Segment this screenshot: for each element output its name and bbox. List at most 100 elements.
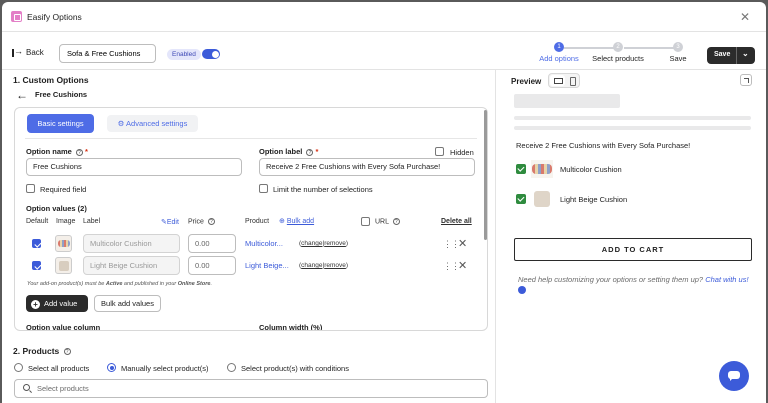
preview-option-checkbox[interactable] (516, 194, 526, 204)
edit-labels-link[interactable]: ✎Edit (161, 218, 179, 226)
chat-link[interactable]: Chat with us! (705, 275, 748, 284)
add-to-cart-button[interactable]: ADD TO CART (514, 238, 752, 261)
radio-manual-select[interactable] (107, 363, 116, 372)
value-product-link[interactable]: Light Beige... (245, 261, 289, 270)
option-breadcrumb[interactable]: ← Free Cushions (16, 89, 88, 101)
preview-option-checkbox[interactable] (516, 164, 526, 174)
plus-icon: + (31, 300, 40, 309)
app-logo-icon (11, 11, 22, 22)
limit-selections-checkbox[interactable] (259, 184, 268, 193)
help-message: Need help customizing your options or se… (518, 274, 753, 296)
products-heading: 2. Products ? (13, 346, 73, 356)
value-price-input[interactable]: 0.00 (188, 256, 236, 275)
row-default-checkbox[interactable] (32, 239, 41, 248)
arrow-left-icon[interactable]: ← (16, 89, 28, 101)
delete-all-link[interactable]: Delete all (441, 218, 472, 225)
top-toolbar: Back Enabled 1 Add options 2 Select prod… (2, 32, 766, 70)
row-product-actions: (change|remove) (299, 240, 349, 247)
value-label-input[interactable]: Multicolor Cushion (83, 234, 180, 253)
option-name-label-text: Option name (26, 147, 72, 156)
save-split-divider (736, 47, 737, 64)
radio-select-all-label: Select all products (28, 364, 90, 373)
product-search-input[interactable]: Select products (14, 379, 488, 398)
chat-launcher-button[interactable] (719, 361, 749, 391)
plus-circle-icon: ⊕ (279, 218, 285, 225)
option-label-label-text: Option label (259, 147, 303, 156)
enabled-toggle[interactable] (202, 49, 220, 59)
help-icon[interactable]: ? (392, 218, 400, 225)
help-icon[interactable]: ? (75, 148, 83, 156)
tab-advanced-settings[interactable]: ⚙ Advanced settings (107, 115, 198, 132)
hidden-checkbox[interactable] (435, 147, 444, 156)
option-values-title: Option values (2) (26, 204, 87, 213)
radio-select-all[interactable] (14, 363, 23, 372)
value-price-input[interactable]: 0.00 (188, 234, 236, 253)
change-product-link[interactable]: change (301, 262, 322, 269)
add-value-label: Add value (44, 299, 78, 308)
desktop-icon[interactable] (550, 75, 565, 86)
option-title: Free Cushions (35, 90, 88, 99)
radio-conditions-label: Select product(s) with conditions (241, 364, 349, 373)
bulk-add-link[interactable]: ⊕ Bulk add (279, 217, 314, 225)
remove-product-link[interactable]: remove (324, 240, 346, 247)
bulk-add-values-button[interactable]: Bulk add values (94, 295, 161, 312)
help-icon[interactable]: ? (207, 218, 215, 225)
chevron-down-icon[interactable]: ⌄ (742, 49, 749, 58)
change-product-link[interactable]: change (301, 240, 322, 247)
delete-row-icon[interactable]: ✕ (458, 259, 467, 272)
window-title: Easify Options (27, 12, 82, 22)
option-value-column-label: Option value column (26, 323, 101, 331)
preview-title: Preview (511, 77, 542, 86)
column-price: Price ? (188, 218, 217, 225)
title-skeleton (514, 94, 620, 108)
hidden-label: Hidden (450, 148, 474, 157)
drag-handle-icon[interactable]: ⋮⋮ (443, 239, 460, 250)
required-asterisk: * (315, 147, 319, 156)
mobile-icon[interactable] (568, 76, 578, 86)
radio-manual-select-label: Manually select product(s) (121, 364, 209, 373)
add-on-note: Your add-on product(s) must be Active an… (27, 281, 212, 287)
help-icon[interactable]: ? (306, 148, 314, 156)
step-select-products[interactable]: 2 Select products (588, 42, 648, 63)
option-name-input[interactable]: Free Cushions (26, 158, 242, 176)
column-product: Product (245, 218, 270, 225)
multicolor-cushion-image (531, 160, 553, 178)
tab-basic-settings[interactable]: Basic settings (27, 114, 94, 133)
light-beige-cushion-thumbnail[interactable] (55, 257, 72, 274)
required-asterisk: * (84, 147, 88, 156)
text-skeleton (514, 126, 751, 130)
delete-row-icon[interactable]: ✕ (458, 237, 467, 250)
step-label: Save (669, 54, 687, 63)
row-default-checkbox[interactable] (32, 261, 41, 270)
drag-handle-icon[interactable]: ⋮⋮ (443, 261, 460, 272)
required-field-label: Required field (40, 185, 87, 194)
step-label: Select products (592, 54, 644, 63)
value-product-link[interactable]: Multicolor... (245, 239, 283, 248)
required-field-checkbox[interactable] (26, 184, 35, 193)
help-icon[interactable]: ? (63, 348, 71, 356)
note-store: Online Store (177, 281, 211, 287)
save-button[interactable]: Save ⌄ (707, 47, 755, 64)
radio-conditions[interactable] (227, 363, 236, 372)
back-button[interactable]: Back (12, 46, 44, 57)
status-badge: Enabled (167, 49, 201, 60)
scrollbar[interactable] (484, 110, 487, 240)
text-skeleton (514, 116, 751, 120)
remove-product-link[interactable]: remove (324, 262, 346, 269)
url-column-checkbox[interactable] (361, 217, 370, 226)
column-default: Default (26, 218, 49, 225)
multicolor-cushion-thumbnail[interactable] (55, 235, 72, 252)
step-add-options[interactable]: 1 Add options (534, 42, 584, 63)
step-label: Add options (539, 54, 579, 63)
search-icon (23, 384, 30, 391)
close-icon[interactable]: ✕ (740, 10, 750, 24)
column-price-label: Price (188, 218, 204, 226)
step-save[interactable]: 3 Save (660, 42, 696, 63)
add-value-button[interactable]: + Add value (26, 295, 88, 312)
chat-bubble-icon[interactable] (518, 286, 526, 294)
option-label-input[interactable]: Receive 2 Free Cushions with Every Sofa … (259, 158, 475, 176)
value-label-input[interactable]: Light Beige Cushion (83, 256, 180, 275)
expand-preview-icon[interactable] (740, 74, 752, 86)
option-set-name-input[interactable] (59, 44, 156, 63)
note-middle: and published in your (122, 281, 178, 287)
